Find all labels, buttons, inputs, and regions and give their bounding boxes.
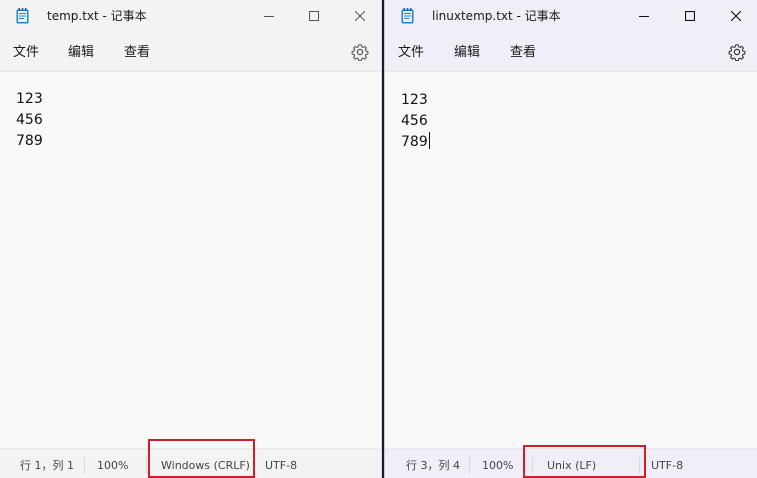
close-button[interactable]: [713, 0, 757, 32]
zoom-level: 100%: [97, 459, 129, 472]
close-icon: [355, 11, 365, 21]
text-line-3-content: 789: [401, 134, 428, 150]
minimize-icon: [264, 16, 274, 17]
text-line-1: 123: [16, 91, 43, 107]
notepad-window-left: temp.txt - 记事本 文件 编辑 查看 123 456 789 行 1，…: [0, 0, 382, 478]
settings-gear-icon[interactable]: [351, 43, 369, 61]
menu-edit[interactable]: 编辑: [454, 44, 480, 62]
notepad-icon: [401, 8, 414, 24]
title-bar[interactable]: temp.txt - 记事本: [0, 0, 381, 32]
text-line-2: 456: [16, 112, 43, 128]
maximize-button[interactable]: [291, 0, 337, 32]
cursor-position: 行 1，列 1: [20, 459, 74, 472]
cursor-position: 行 3，列 4: [406, 459, 460, 472]
text-editor[interactable]: 123 456 789: [0, 73, 381, 448]
menu-bar: 文件 编辑 查看: [385, 32, 757, 72]
text-line-1: 123: [401, 92, 428, 108]
close-icon: [731, 11, 741, 21]
text-line-2: 456: [401, 113, 428, 129]
minimize-icon: [639, 16, 649, 17]
maximize-icon: [309, 11, 319, 21]
text-caret: [428, 132, 430, 149]
minimize-button[interactable]: [621, 0, 667, 32]
zoom-level: 100%: [482, 459, 514, 472]
highlight-box: [148, 439, 255, 478]
encoding: UTF-8: [265, 459, 298, 472]
menu-view[interactable]: 查看: [124, 44, 150, 62]
close-button[interactable]: [337, 0, 381, 32]
text-editor[interactable]: 123 456 789: [385, 73, 757, 448]
text-line-3: 789: [16, 133, 43, 149]
status-divider: [146, 457, 147, 473]
notepad-icon: [16, 8, 29, 24]
window-title: temp.txt - 记事本: [47, 9, 147, 23]
menu-view[interactable]: 查看: [510, 44, 536, 62]
maximize-button[interactable]: [667, 0, 713, 32]
status-divider: [469, 457, 470, 473]
text-line-3: 789: [401, 132, 430, 153]
minimize-button[interactable]: [246, 0, 292, 32]
highlight-box: [523, 445, 646, 478]
window-title: linuxtemp.txt - 记事本: [432, 9, 561, 23]
menu-file[interactable]: 文件: [13, 44, 39, 62]
menu-edit[interactable]: 编辑: [68, 44, 94, 62]
encoding: UTF-8: [651, 459, 684, 472]
title-bar[interactable]: linuxtemp.txt - 记事本: [385, 0, 757, 32]
notepad-window-right: linuxtemp.txt - 记事本 文件 编辑 查看 123 456 789…: [384, 0, 757, 478]
maximize-icon: [685, 11, 695, 21]
settings-gear-icon[interactable]: [728, 43, 746, 61]
menu-file[interactable]: 文件: [398, 44, 424, 62]
status-divider: [84, 457, 85, 473]
menu-bar: 文件 编辑 查看: [0, 32, 381, 72]
